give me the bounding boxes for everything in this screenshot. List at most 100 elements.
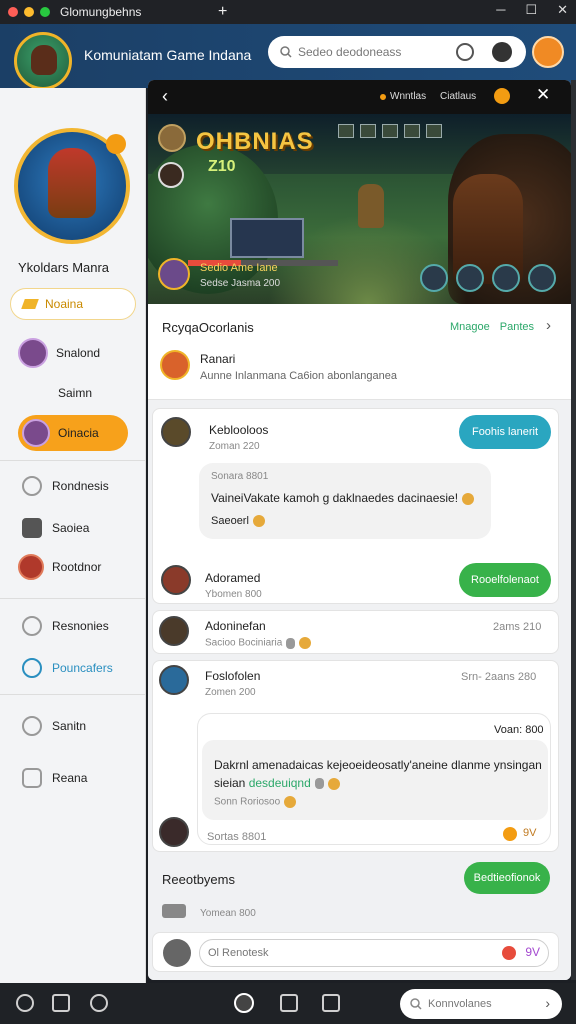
info-icon[interactable] — [494, 88, 510, 104]
emoji-icon — [284, 796, 297, 808]
search-icon — [280, 46, 292, 58]
ghost-icon — [286, 637, 296, 649]
author-avatar[interactable] — [161, 417, 191, 447]
skill-icon — [528, 264, 556, 292]
smile-icon[interactable] — [90, 994, 108, 1012]
emoji-icon — [462, 492, 475, 505]
feed-post: Keblooloos Zoman 220 Foohis lanerit Sona… — [152, 408, 559, 604]
sidebar-item-pouncafers[interactable]: Pouncafers — [0, 658, 146, 678]
author-name[interactable]: Adoninefan — [205, 619, 266, 633]
skill-icon — [492, 264, 520, 292]
toolbar-item-2[interactable]: Ciatlaus — [440, 91, 476, 102]
send-label[interactable]: 9V — [525, 945, 540, 959]
author-avatar[interactable] — [161, 565, 191, 595]
photo-icon — [22, 768, 42, 788]
home-icon[interactable] — [234, 993, 254, 1013]
browser-tab-title[interactable]: Glomungbehns — [60, 5, 210, 19]
sidebar-item-saoiea[interactable]: Saoiea — [0, 518, 146, 538]
sidebar-item-reana[interactable]: Reana — [0, 768, 146, 788]
author-avatar[interactable] — [159, 616, 189, 646]
recent-action-button[interactable]: Bedtieofionok — [464, 862, 550, 894]
chat-icon[interactable] — [492, 42, 512, 62]
post-time: Sacioo Bociniaria — [205, 637, 312, 649]
record-icon[interactable] — [502, 946, 516, 960]
action-button[interactable]: Rooelfolenaot — [459, 563, 551, 597]
comment-mention[interactable]: desdeuiqnd — [249, 776, 311, 790]
chevron-right-icon[interactable]: › — [545, 995, 550, 1011]
sidebar-item-sanitn[interactable]: Sanitn — [0, 716, 146, 736]
notification-badge — [106, 134, 126, 154]
emoji-icon — [252, 515, 265, 528]
toolbar-item-1[interactable]: Wnntlas — [380, 91, 426, 102]
clock-icon[interactable] — [52, 994, 70, 1012]
game-info-title: RcyqaOcorlanis — [162, 320, 254, 335]
settings-icon[interactable] — [456, 43, 474, 61]
dock-search[interactable]: Konnvolanes › — [400, 989, 562, 1019]
mail-icon[interactable] — [280, 994, 298, 1012]
game-screenshot[interactable]: OHBNIAS Z10 Sedio Ame Iane Sedse Jasma 2… — [148, 114, 571, 304]
hud-avatar-2 — [158, 162, 184, 188]
sidebar-item-snalond[interactable]: Snalond — [0, 338, 146, 368]
skill-buttons — [420, 264, 556, 292]
window-controls[interactable] — [8, 7, 50, 17]
sidebar-item-rondnesis[interactable]: Rondnesis — [0, 476, 146, 496]
minimize-dot[interactable] — [24, 7, 34, 17]
dock-search-input[interactable]: Konnvolanes — [428, 998, 492, 1010]
comment-input[interactable]: Ol Renotesk — [199, 939, 549, 967]
game-description: Aunne Inlanmana Ca6ion abonlanganea — [200, 370, 397, 382]
comment-bubble: Dakrnl amenadaicas kejeoeideosatly'anein… — [202, 740, 548, 820]
back-icon[interactable]: ‹ — [162, 86, 168, 107]
action-button[interactable]: Foohis lanerit — [459, 415, 551, 449]
comment-meta: Sonara 8801 — [211, 471, 269, 482]
document-icon[interactable] — [322, 994, 340, 1012]
feed-post: Foslofolen Zomen 200 Srn- 2aans 280 Voan… — [152, 660, 559, 852]
link-mnagoe[interactable]: Mnagoe — [450, 321, 490, 333]
sidebar-item-saimn[interactable]: Saimn — [0, 386, 146, 400]
minimize-icon[interactable]: ─ — [496, 2, 505, 18]
app-logo[interactable] — [14, 32, 72, 90]
author-name[interactable]: Adoramed — [205, 571, 260, 585]
player-stats: Sedse Jasma 200 — [200, 278, 281, 289]
search-bar[interactable]: Sedeo deodoneass — [268, 36, 526, 68]
author-avatar[interactable] — [159, 817, 189, 847]
game-hero — [358, 184, 384, 228]
game-logo-subtitle: Z10 — [208, 158, 236, 175]
hud-icons — [338, 124, 442, 138]
comment-lead: sieian — [214, 776, 246, 790]
app-title: Komuniatam Game Indana — [84, 47, 252, 63]
link-pantes[interactable]: Pantes — [500, 321, 534, 333]
sidebar-item-resnonies[interactable]: Resnonies — [0, 616, 146, 636]
maximize-dot[interactable] — [40, 7, 50, 17]
group-icon — [22, 476, 42, 496]
author-name[interactable]: Keblooloos — [209, 423, 268, 437]
close-icon[interactable]: ✕ — [557, 2, 568, 18]
skill-icon — [456, 264, 484, 292]
user-avatar[interactable] — [532, 36, 564, 68]
refresh-icon[interactable] — [16, 994, 34, 1012]
new-tab-button[interactable]: + — [218, 3, 227, 21]
friend-avatar — [22, 419, 50, 447]
author-name[interactable]: Foslofolen — [205, 669, 260, 683]
sidebar-item-label: Saimn — [58, 386, 93, 400]
sidebar-item-label: Rondnesis — [52, 479, 109, 493]
close-dot[interactable] — [8, 7, 18, 17]
sidebar-item-label: Rootdnor — [52, 560, 102, 574]
scroll-edge[interactable] — [571, 80, 576, 980]
close-panel-icon[interactable]: ✕ — [536, 85, 550, 105]
chevron-right-icon[interactable]: › — [546, 317, 551, 334]
skill-icon — [420, 264, 448, 292]
profile-avatar[interactable] — [14, 128, 130, 244]
follow-button[interactable]: Noaina — [10, 288, 136, 320]
bolt-icon — [21, 299, 39, 309]
author-avatar[interactable] — [159, 665, 189, 695]
sidebar-item-rootdnor[interactable]: Rootdnor — [0, 554, 146, 580]
search-input[interactable]: Sedeo deodoneass — [298, 45, 401, 59]
comment-text: Dakrnl amenadaicas kejeoeideosatly'anein… — [214, 758, 542, 772]
reaction-label[interactable]: Saeoerl — [211, 515, 265, 528]
sidebar-divider — [0, 460, 146, 461]
sidebar-item-active[interactable]: Oinacia — [18, 415, 128, 451]
maximize-icon[interactable]: ☐ — [525, 2, 537, 18]
game-avatar — [160, 350, 190, 380]
post-time-text: Sacioo Bociniaria — [205, 637, 283, 649]
reaction-icon[interactable] — [503, 827, 517, 841]
